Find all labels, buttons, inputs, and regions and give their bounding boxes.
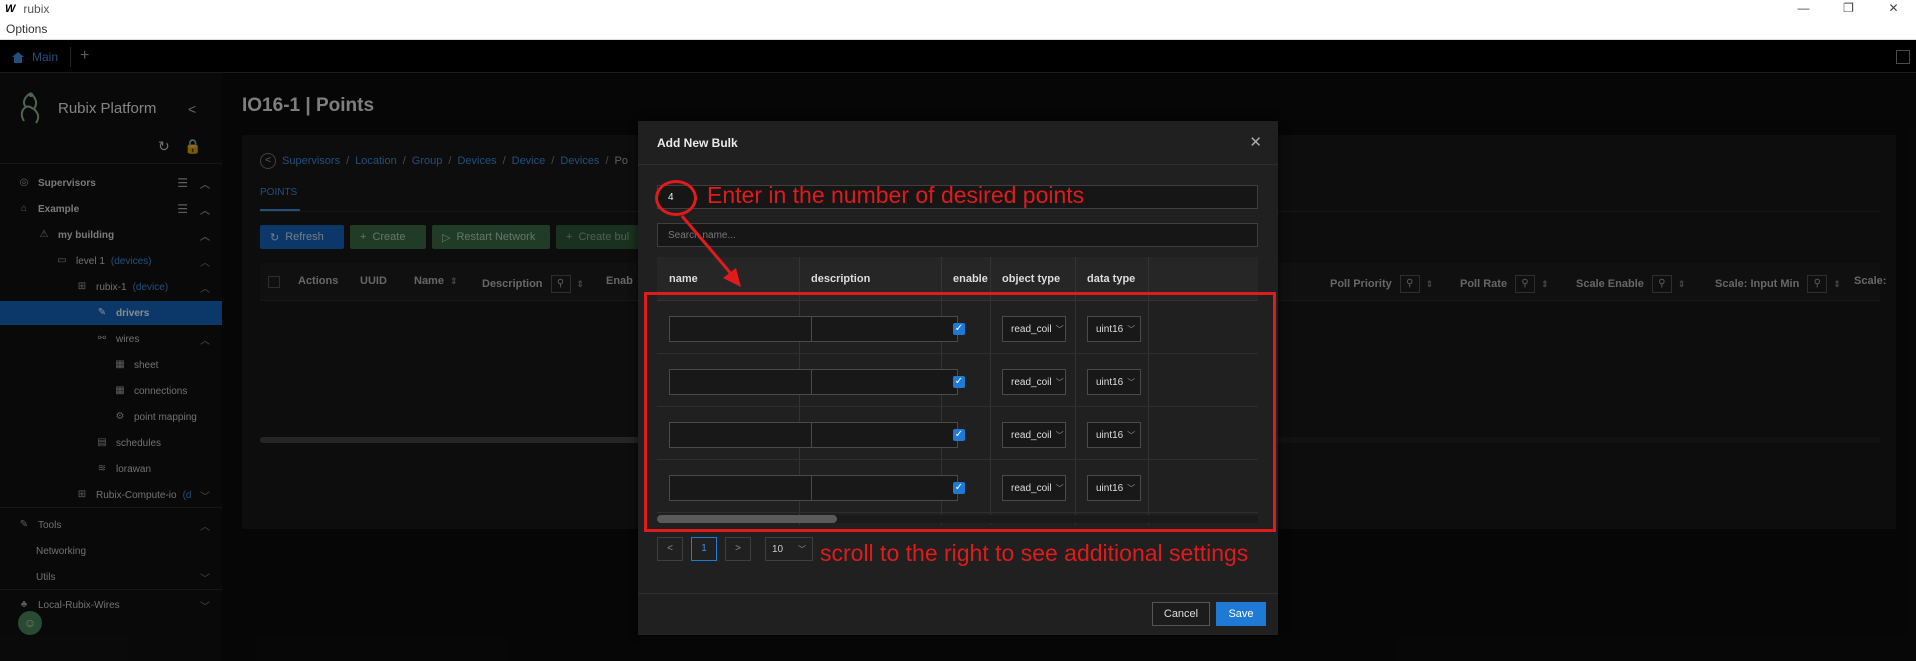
column-enable: enable bbox=[953, 273, 988, 285]
annotation-highlight-box bbox=[644, 292, 1276, 532]
page-size-select[interactable]: 10 ﹀ bbox=[765, 537, 813, 561]
menubar: Options bbox=[0, 18, 1916, 40]
column-object-type: object type bbox=[1002, 273, 1061, 285]
modal-title: Add New Bulk bbox=[657, 136, 738, 150]
annotation-count-hint: Enter in the number of desired points bbox=[707, 182, 1085, 208]
close-icon[interactable]: ✕ bbox=[1249, 133, 1262, 151]
window-controls: — ❐ ✕ bbox=[1781, 0, 1916, 18]
pagination: < 1 > 10 ﹀ bbox=[657, 537, 813, 561]
menu-options[interactable]: Options bbox=[6, 22, 47, 36]
window-titlebar: W rubix — ❐ ✕ bbox=[0, 0, 1916, 18]
prev-page-button[interactable]: < bbox=[657, 537, 683, 561]
column-description: description bbox=[811, 273, 871, 285]
next-page-button[interactable]: > bbox=[725, 537, 751, 561]
column-name: name bbox=[669, 273, 698, 285]
close-window-button[interactable]: ✕ bbox=[1871, 0, 1916, 18]
annotation-scroll-hint: scroll to the right to see additional se… bbox=[820, 540, 1249, 566]
restore-button[interactable]: ❐ bbox=[1826, 0, 1871, 18]
annotation-circle bbox=[655, 180, 697, 216]
modal-header: Add New Bulk ✕ bbox=[638, 121, 1278, 165]
cancel-button[interactable]: Cancel bbox=[1152, 602, 1210, 626]
modal-footer-divider bbox=[638, 593, 1278, 594]
search-input[interactable]: Search name... bbox=[657, 223, 1258, 247]
chevron-down-icon: ﹀ bbox=[798, 544, 806, 554]
app-logo: W bbox=[5, 3, 16, 15]
minimize-button[interactable]: — bbox=[1781, 0, 1826, 18]
save-button[interactable]: Save bbox=[1216, 602, 1266, 626]
window-title: rubix bbox=[23, 2, 50, 16]
column-data-type: data type bbox=[1087, 273, 1136, 285]
page-button[interactable]: 1 bbox=[691, 537, 717, 561]
